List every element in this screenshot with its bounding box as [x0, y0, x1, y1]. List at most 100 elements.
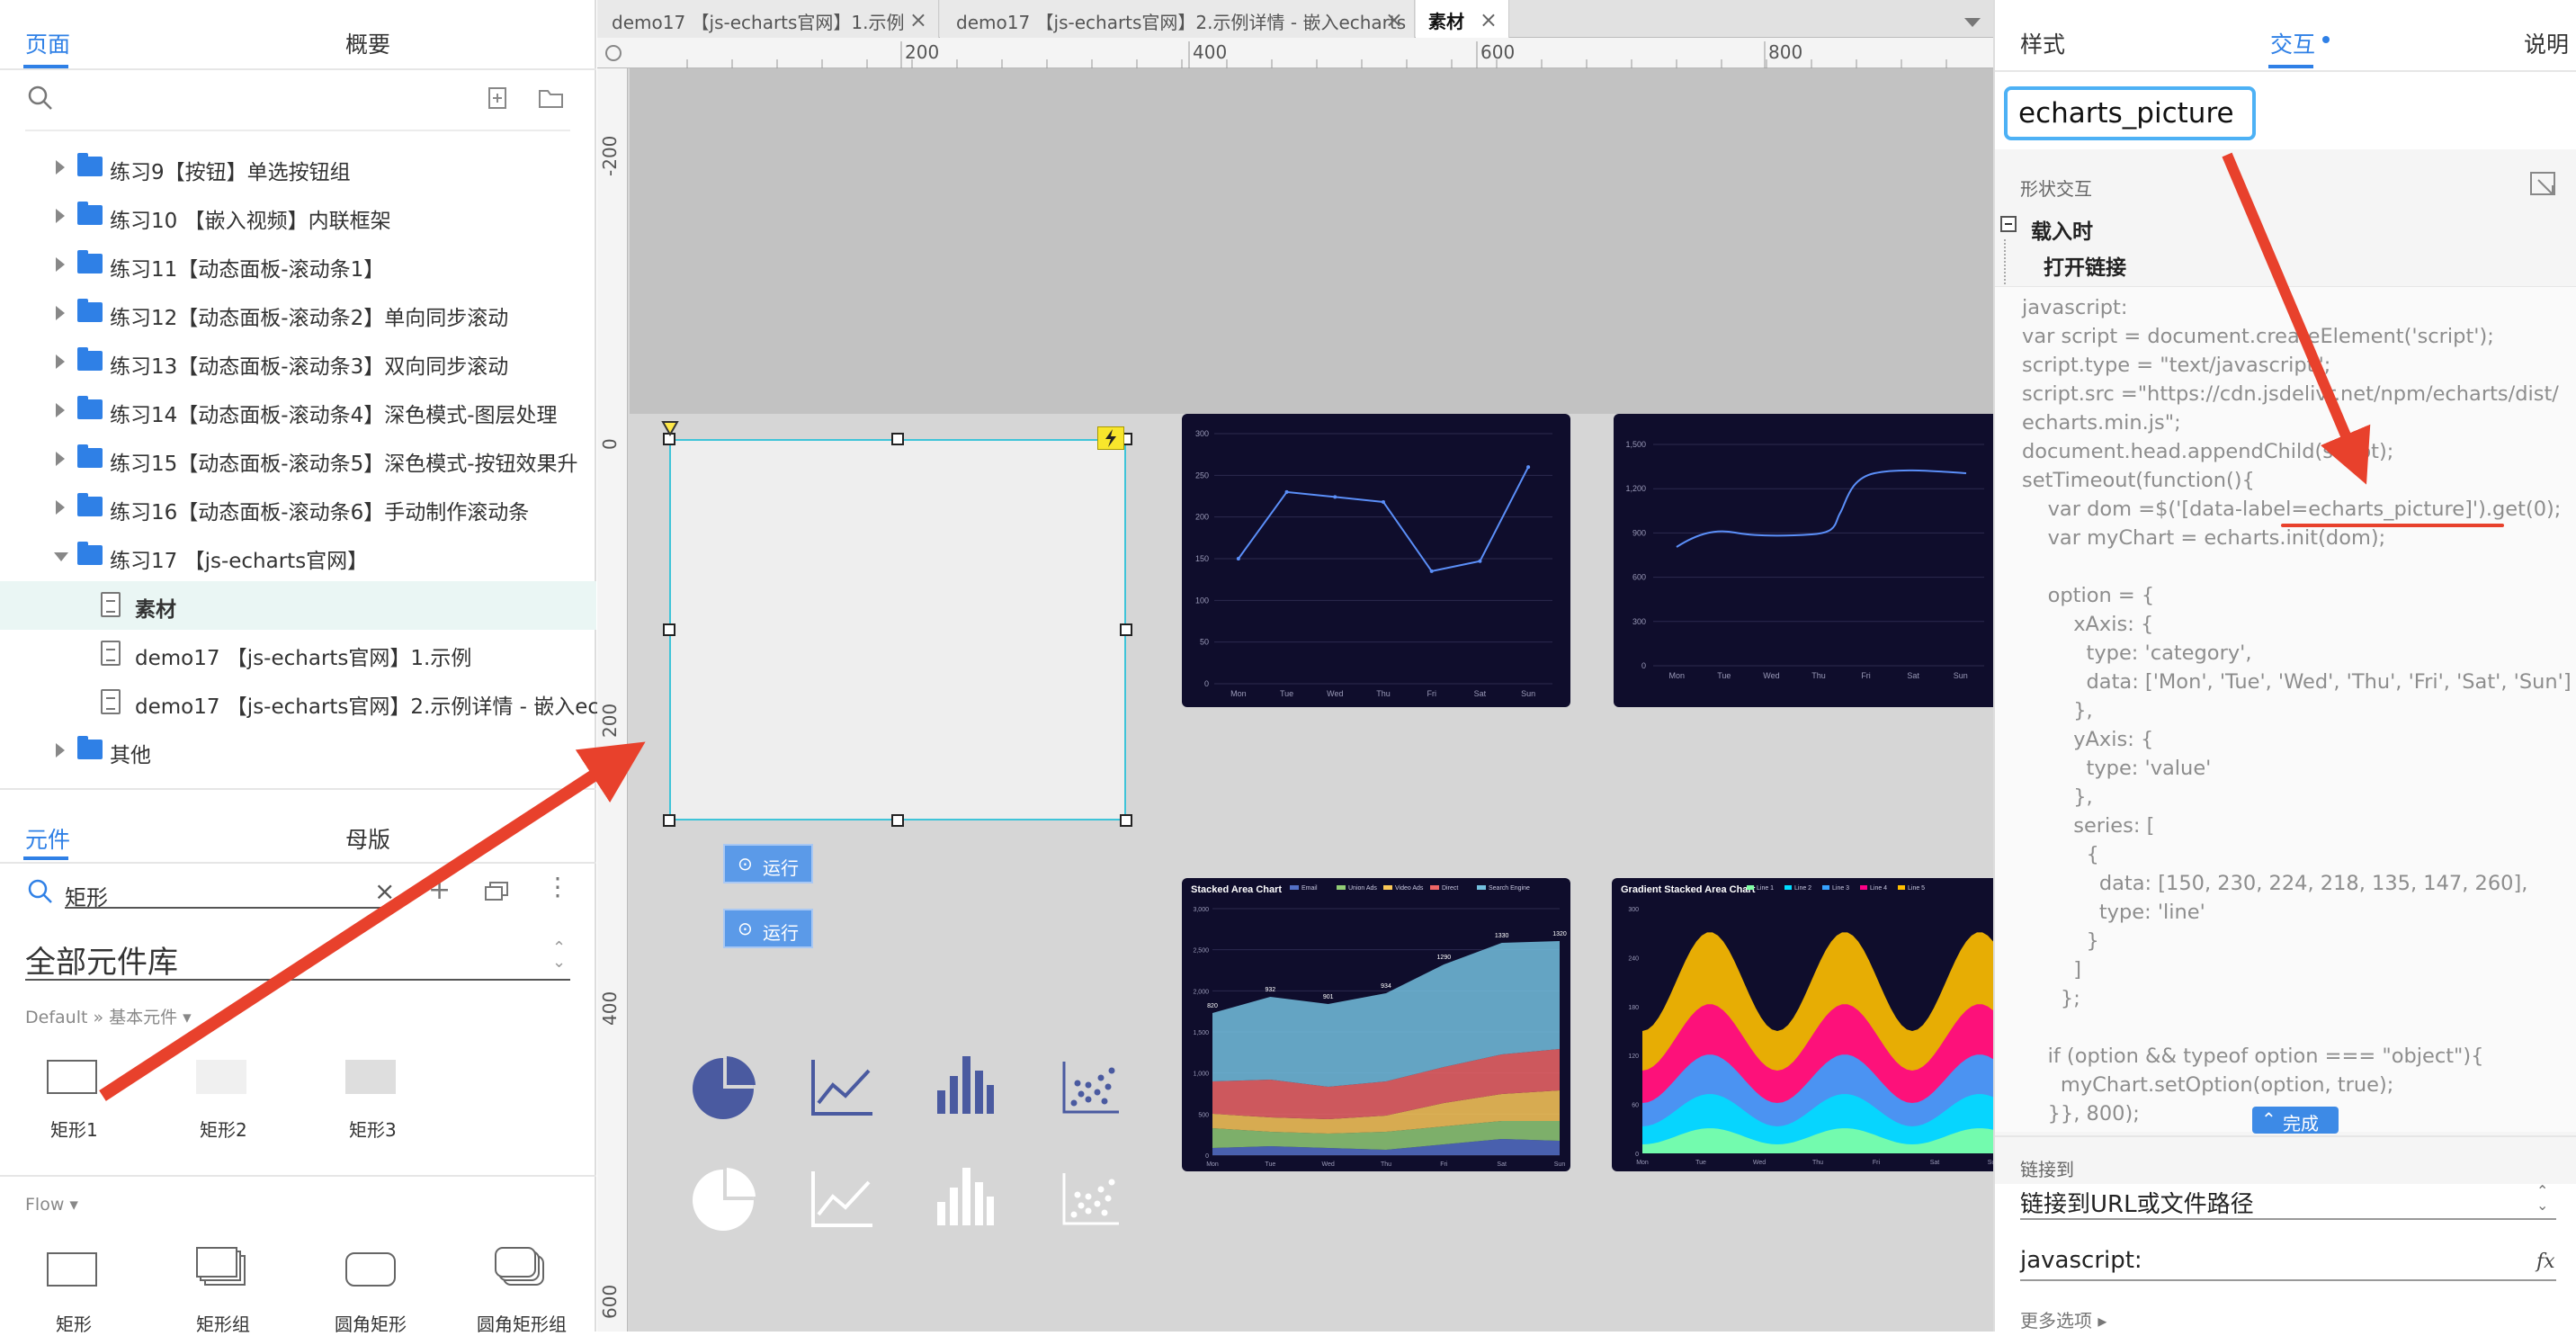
- add-page-icon[interactable]: [487, 86, 509, 113]
- done-button[interactable]: ⌃ 完成: [2252, 1107, 2339, 1134]
- chevron-right-icon[interactable]: [56, 743, 65, 758]
- action-label[interactable]: 打开链接: [2044, 250, 2126, 281]
- more-options-link[interactable]: 更多选项 ▸: [2020, 1306, 2106, 1332]
- tree-item-label: 素材: [135, 598, 176, 622]
- flow-round-rect-icon[interactable]: [345, 1252, 396, 1287]
- rect2-widget-icon[interactable]: [196, 1060, 246, 1094]
- rect1-widget-icon[interactable]: [47, 1060, 97, 1094]
- doc-tab-1[interactable]: demo17 【js-echarts官网】1.示例 ×: [597, 0, 939, 38]
- url-input[interactable]: javascript: fx: [2020, 1245, 2556, 1281]
- x-tick-label: Tue: [1280, 689, 1293, 698]
- event-label[interactable]: 载入时: [2031, 214, 2093, 245]
- gradient-stacked-area-chart-thumbnail[interactable]: Gradient Stacked Area Chart Line 1 Line 2 L…: [1612, 878, 1993, 1171]
- rect3-widget-icon[interactable]: [345, 1060, 396, 1094]
- echarts-picture-widget[interactable]: [669, 439, 1126, 820]
- flow-rect-icon[interactable]: [47, 1252, 97, 1287]
- pie-chart-icon[interactable]: [689, 1054, 757, 1126]
- chevron-right-icon[interactable]: [56, 354, 65, 369]
- ruler-label: 600: [1480, 41, 1516, 63]
- search-icon[interactable]: [27, 85, 52, 110]
- tab-masters[interactable]: 母版: [345, 822, 390, 855]
- close-icon[interactable]: ×: [909, 7, 927, 32]
- library-select-icon[interactable]: ⌃ ⌄: [552, 940, 566, 971]
- run-button[interactable]: ⊙ 运行: [723, 909, 813, 948]
- collapse-icon[interactable]: [2000, 216, 2017, 232]
- add-folder-icon[interactable]: [538, 86, 565, 113]
- tree-folder[interactable]: 练习15【动态面板-滚动条5】深色模式-按钮效果升: [0, 435, 596, 484]
- clear-icon[interactable]: ×: [374, 876, 395, 906]
- chevron-right-icon[interactable]: [56, 500, 65, 515]
- resize-handle[interactable]: [663, 814, 675, 827]
- tree-folder[interactable]: 练习10 【嵌入视频】内联框架: [0, 193, 596, 241]
- tree-folder[interactable]: 练习12【动态面板-滚动条2】单向同步滚动: [0, 290, 596, 338]
- stacked-area-chart-thumbnail[interactable]: Stacked Area Chart Email Union Ads Video Ad…: [1182, 878, 1570, 1171]
- legend-label: Search Engine: [1489, 885, 1530, 892]
- flow-rect-group-icon[interactable]: [196, 1247, 246, 1287]
- smooth-line-chart-thumbnail[interactable]: 1,500 1,200 900 600 300 0 Mon Tue Wed Thu Fri Sat Su…: [1614, 414, 1993, 707]
- line-chart-icon[interactable]: [809, 1058, 874, 1121]
- rotate-handle-icon[interactable]: [660, 419, 680, 443]
- resize-handle[interactable]: [1120, 814, 1132, 827]
- resize-handle[interactable]: [891, 433, 904, 445]
- add-library-icon[interactable]: +: [428, 874, 451, 906]
- library-copy-icon[interactable]: [484, 880, 509, 905]
- resize-handle[interactable]: [1120, 623, 1132, 636]
- line-chart-thumbnail[interactable]: 300 250 200 150 100 50 0 Mon Tue Wed Thu Fri Sat Sun: [1182, 414, 1570, 707]
- y-tick-label: 0: [1635, 1152, 1639, 1158]
- expand-icon[interactable]: [2529, 171, 2558, 202]
- default-group-label[interactable]: Default » 基本元件 ▾: [25, 1004, 192, 1028]
- folder-icon: [77, 542, 103, 565]
- flow-group-label[interactable]: Flow ▾: [25, 1195, 78, 1215]
- x-tick-label: Tue: [1695, 1160, 1706, 1166]
- divider: [25, 130, 570, 131]
- tab-pages[interactable]: 页面: [25, 27, 70, 59]
- chevron-right-icon[interactable]: [56, 403, 65, 417]
- pie-chart-icon[interactable]: [689, 1166, 757, 1238]
- bar-chart-icon[interactable]: [935, 1054, 995, 1119]
- close-icon[interactable]: ×: [1480, 7, 1498, 32]
- bar-chart-icon[interactable]: [935, 1166, 995, 1231]
- tree-folder[interactable]: 练习9【按钮】单选按钮组: [0, 144, 596, 193]
- function-icon[interactable]: fx: [2536, 1251, 2555, 1273]
- tree-page[interactable]: demo17 【js-echarts官网】2.示例详情 - 嵌入ecl: [0, 678, 604, 727]
- line-chart-icon[interactable]: [809, 1170, 874, 1233]
- chevron-down-icon[interactable]: [54, 552, 68, 561]
- tree-folder[interactable]: 练习17 【js-echarts官网】: [0, 533, 596, 581]
- widget-name-input[interactable]: echarts_picture: [2004, 86, 2256, 140]
- chevron-right-icon[interactable]: [56, 306, 65, 320]
- tree-folder[interactable]: 其他: [0, 727, 596, 776]
- tab-interaction[interactable]: 交互: [2270, 27, 2315, 59]
- doc-tab-3[interactable]: 素材 ×: [1416, 0, 1509, 38]
- folder-icon: [77, 444, 103, 468]
- resize-handle[interactable]: [663, 623, 675, 636]
- tab-style[interactable]: 样式: [2020, 27, 2065, 59]
- widget-search-input[interactable]: 矩形: [65, 880, 389, 910]
- close-icon[interactable]: ×: [1385, 7, 1403, 32]
- legend-swatch: [1430, 885, 1439, 890]
- resize-handle[interactable]: [891, 814, 904, 827]
- scatter-chart-icon[interactable]: [1061, 1060, 1121, 1119]
- chevron-right-icon[interactable]: [56, 160, 65, 175]
- doc-tab-2[interactable]: demo17 【js-echarts官网】2.示例详情 - 嵌入echarts …: [940, 0, 1415, 38]
- more-icon[interactable]: ⋮: [545, 874, 570, 900]
- library-name[interactable]: 全部元件库: [25, 937, 178, 982]
- chevron-right-icon[interactable]: [56, 452, 65, 466]
- tab-dropdown-icon[interactable]: [1964, 18, 1981, 27]
- flow-round-rect-group-icon[interactable]: [495, 1247, 549, 1292]
- chevron-right-icon[interactable]: [56, 209, 65, 223]
- tab-widgets[interactable]: 元件: [25, 822, 70, 855]
- tab-notes[interactable]: 说明: [2524, 27, 2569, 59]
- interaction-lightning-icon[interactable]: [1097, 426, 1124, 450]
- tab-outline[interactable]: 概要: [345, 27, 390, 59]
- tree-folder[interactable]: 练习11【动态面板-滚动条1】: [0, 241, 596, 290]
- link-type-select[interactable]: 链接到URL或文件路径 ⌃ ⌄: [2020, 1184, 2556, 1220]
- ruler-label: -200: [599, 135, 621, 176]
- tree-page[interactable]: demo17 【js-echarts官网】1.示例: [0, 630, 596, 678]
- tree-folder[interactable]: 练习14【动态面板-滚动条4】深色模式-图层处理: [0, 387, 596, 435]
- scatter-chart-icon[interactable]: [1061, 1171, 1121, 1231]
- tree-page[interactable]: 素材: [0, 581, 596, 630]
- chevron-right-icon[interactable]: [56, 257, 65, 272]
- tree-folder[interactable]: 练习16【动态面板-滚动条6】手动制作滚动条: [0, 484, 596, 533]
- tree-folder[interactable]: 练习13【动态面板-滚动条3】双向同步滚动: [0, 338, 596, 387]
- run-button[interactable]: ⊙ 运行: [723, 844, 813, 883]
